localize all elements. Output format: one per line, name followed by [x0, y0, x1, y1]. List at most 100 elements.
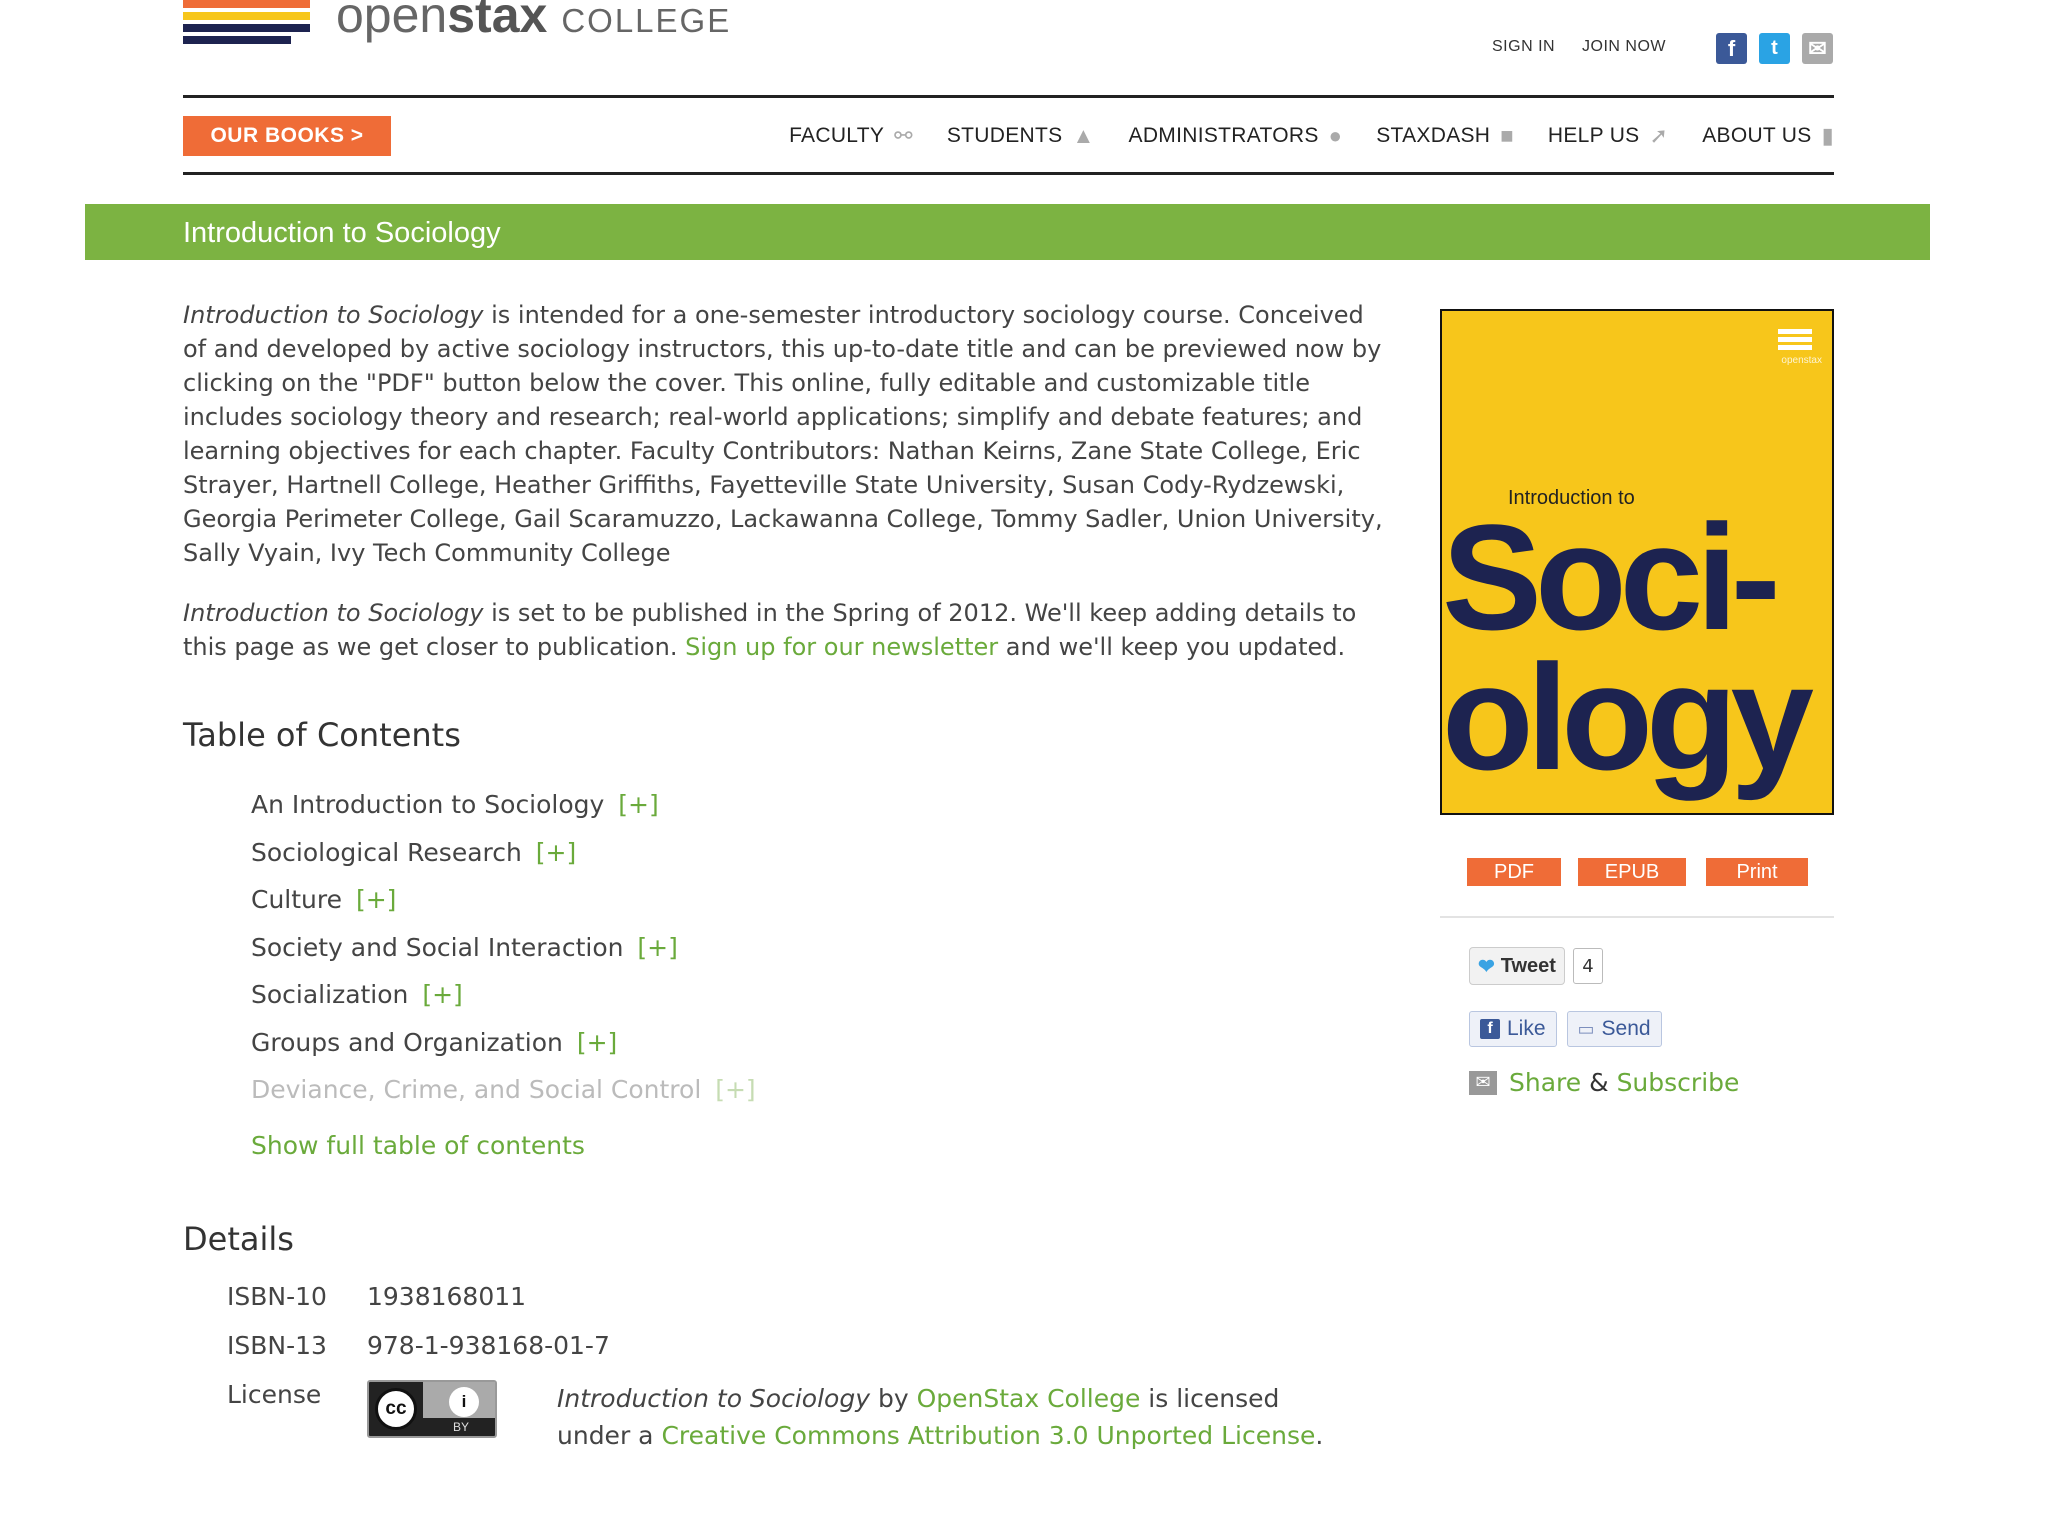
openstax-logo-mark[interactable]	[183, 0, 310, 58]
toc-expand-toggle[interactable]: [+]	[422, 980, 462, 1009]
glasses-icon: ⚯	[894, 123, 913, 148]
toc-item: Culture [+]	[251, 883, 1383, 931]
nav-staxdash[interactable]: STAXDASH ■	[1376, 123, 1514, 149]
toc-item-label: An Introduction to Sociology	[251, 790, 605, 819]
subscribe-link[interactable]: Subscribe	[1617, 1068, 1740, 1097]
attribution-icon: i	[449, 1386, 479, 1417]
cover-logo-text: openstax	[1781, 355, 1822, 366]
book-title-italic: Introduction to Sociology	[557, 1383, 870, 1413]
isbn13-row: ISBN-13 978-1-938168-01-7	[183, 1331, 1383, 1380]
isbn10-value: 1938168011	[367, 1281, 527, 1311]
logo-word-stax: stax	[447, 0, 548, 43]
nav-faculty[interactable]: FACULTY ⚯	[789, 123, 913, 149]
our-books-button[interactable]: OUR BOOKS >	[183, 116, 391, 156]
tweet-widget: ❤ Tweet 4	[1469, 947, 1603, 985]
twitter-icon[interactable]: t	[1759, 33, 1790, 64]
logo-word-open: open	[336, 0, 448, 43]
cursor-icon: ➚	[1649, 123, 1669, 148]
send-button[interactable]: ▭ Send	[1566, 1011, 1662, 1047]
details-heading: Details	[183, 1219, 294, 1258]
nav-label: HELP US	[1547, 124, 1640, 147]
newsletter-link[interactable]: Sign up for our newsletter	[685, 633, 998, 661]
toc-item: Deviance, Crime, and Social Control [+]	[251, 1073, 1383, 1121]
cc-by-badge[interactable]: cc i BY	[367, 1379, 497, 1438]
social-links: f t ✉	[1716, 33, 1833, 64]
toc-expand-toggle[interactable]: [+]	[618, 790, 658, 819]
nav-students[interactable]: STUDENTS ▲	[947, 123, 1095, 149]
cover-title-line2: ology	[1442, 633, 1814, 801]
isbn10-label: ISBN-10	[227, 1281, 327, 1311]
nav-administrators[interactable]: ADMINISTRATORS ●	[1129, 123, 1343, 149]
nav-label: ABOUT US	[1702, 124, 1812, 147]
license-text: Introduction to Sociology by OpenStax Co…	[557, 1380, 1327, 1454]
toc-expand-toggle[interactable]: [+]	[356, 885, 396, 914]
publication-paragraph: Introduction to Sociology is set to be p…	[183, 596, 1383, 664]
toc-item-label: Sociological Research	[251, 837, 522, 867]
share-subscribe: ✉ Share & Subscribe	[1469, 1068, 1739, 1097]
join-now-link[interactable]: JOIN NOW	[1582, 38, 1666, 55]
cc-by-text: BY	[453, 1419, 470, 1434]
toc-item-label: Society and Social Interaction	[251, 932, 624, 962]
nav-top-rule	[183, 95, 1834, 98]
isbn13-value: 978-1-938168-01-7	[367, 1330, 610, 1360]
epub-button[interactable]: EPUB	[1578, 858, 1686, 886]
book-title-italic: Introduction to Sociology	[183, 301, 484, 329]
toc-item-label: Socialization	[251, 980, 409, 1009]
cover-title-line1: Soci-	[1442, 493, 1781, 661]
book-title-italic: Introduction to Sociology	[183, 599, 484, 627]
toc-list: An Introduction to Sociology [+] Sociolo…	[251, 788, 1383, 1121]
like-button[interactable]: f Like	[1469, 1011, 1557, 1047]
cc-license-link[interactable]: Creative Commons Attribution 3.0 Unporte…	[661, 1421, 1315, 1450]
show-full-toc-link[interactable]: Show full table of contents	[251, 1131, 1383, 1160]
graduation-cap-icon: ▲	[1072, 123, 1095, 148]
pdf-button[interactable]: PDF	[1467, 858, 1561, 886]
toc-expand-toggle[interactable]: [+]	[536, 838, 576, 867]
nav-label: FACULTY	[789, 124, 885, 147]
nav-bottom-rule	[183, 172, 1834, 175]
print-button[interactable]: Print	[1706, 858, 1808, 886]
facebook-icon[interactable]: f	[1716, 33, 1747, 64]
license-row: License cc i BY Introduction to Sociolog…	[183, 1379, 1383, 1500]
book-cover[interactable]: openstax Introduction to Soci- ology	[1440, 309, 1834, 815]
toc-expand-toggle[interactable]: [+]	[715, 1075, 755, 1104]
nav-about-us[interactable]: ABOUT US ▮	[1702, 123, 1834, 149]
sidebar-divider	[1440, 916, 1834, 918]
share-link[interactable]: Share	[1509, 1068, 1581, 1097]
ampersand: &	[1589, 1068, 1609, 1097]
openstax-college-link[interactable]: OpenStax College	[917, 1384, 1141, 1413]
person-icon: ●	[1328, 123, 1343, 148]
isbn13-label: ISBN-13	[227, 1330, 327, 1360]
toc-heading: Table of Contents	[183, 716, 461, 754]
main-content: Introduction to Sociology is intended fo…	[183, 298, 1383, 1500]
toc-item: Society and Social Interaction [+]	[251, 931, 1383, 979]
tweet-label: Tweet	[1500, 954, 1556, 977]
toc-expand-toggle[interactable]: [+]	[577, 1028, 617, 1057]
envelope-icon: ✉	[1469, 1070, 1497, 1095]
toc-item: Socialization [+]	[251, 978, 1383, 1026]
twitter-bird-icon: ❤	[1478, 955, 1495, 978]
nav-help-us[interactable]: HELP US ➚	[1548, 123, 1668, 149]
sign-in-link[interactable]: SIGN IN	[1492, 38, 1555, 55]
cover-title: Soci- ology	[1442, 493, 1814, 801]
folder-icon: ■	[1500, 123, 1514, 148]
email-icon[interactable]: ✉	[1802, 33, 1833, 64]
toc-item-label: Deviance, Crime, and Social Control	[251, 1075, 702, 1104]
license-label: License	[227, 1379, 322, 1409]
toc-expand-toggle[interactable]: [+]	[637, 933, 677, 962]
isbn10-row: ISBN-10 1938168011	[183, 1282, 1383, 1331]
toc-item: Sociological Research [+]	[251, 836, 1383, 884]
nav-label: ADMINISTRATORS	[1128, 124, 1319, 147]
speech-bubble-icon: ▭	[1577, 1018, 1595, 1039]
description-text: is intended for a one-semester introduct…	[183, 301, 1383, 567]
license-end-text: .	[1315, 1420, 1324, 1450]
download-buttons: PDF EPUB Print	[1467, 858, 1808, 886]
toc-item-label: Groups and Organization	[251, 1027, 563, 1057]
cover-logo-mark	[1778, 329, 1812, 353]
publication-text-end: and we'll keep you updated.	[998, 633, 1346, 661]
main-nav: OUR BOOKS > FACULTY ⚯ STUDENTS ▲ ADMINIS…	[183, 116, 1834, 156]
tweet-button[interactable]: ❤ Tweet	[1469, 947, 1565, 985]
like-label: Like	[1507, 1017, 1546, 1040]
cc-icon: cc	[375, 1387, 417, 1430]
openstax-college-logo[interactable]: openstax COLLEGE	[336, 0, 731, 44]
nav-label: STUDENTS	[946, 124, 1063, 147]
